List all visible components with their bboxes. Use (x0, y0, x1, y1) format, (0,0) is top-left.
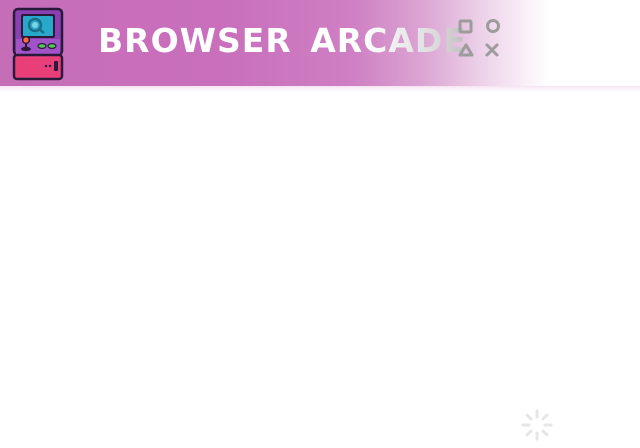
spinner-icon (521, 409, 553, 441)
browser-arcade-app: BROWSER ARCADE (0, 0, 640, 448)
arcade-cabinet-icon[interactable] (10, 7, 66, 81)
header-bar: BROWSER ARCADE (0, 0, 640, 92)
page-title: BROWSER ARCADE (98, 18, 467, 64)
playstation-buttons-icon (458, 19, 500, 57)
